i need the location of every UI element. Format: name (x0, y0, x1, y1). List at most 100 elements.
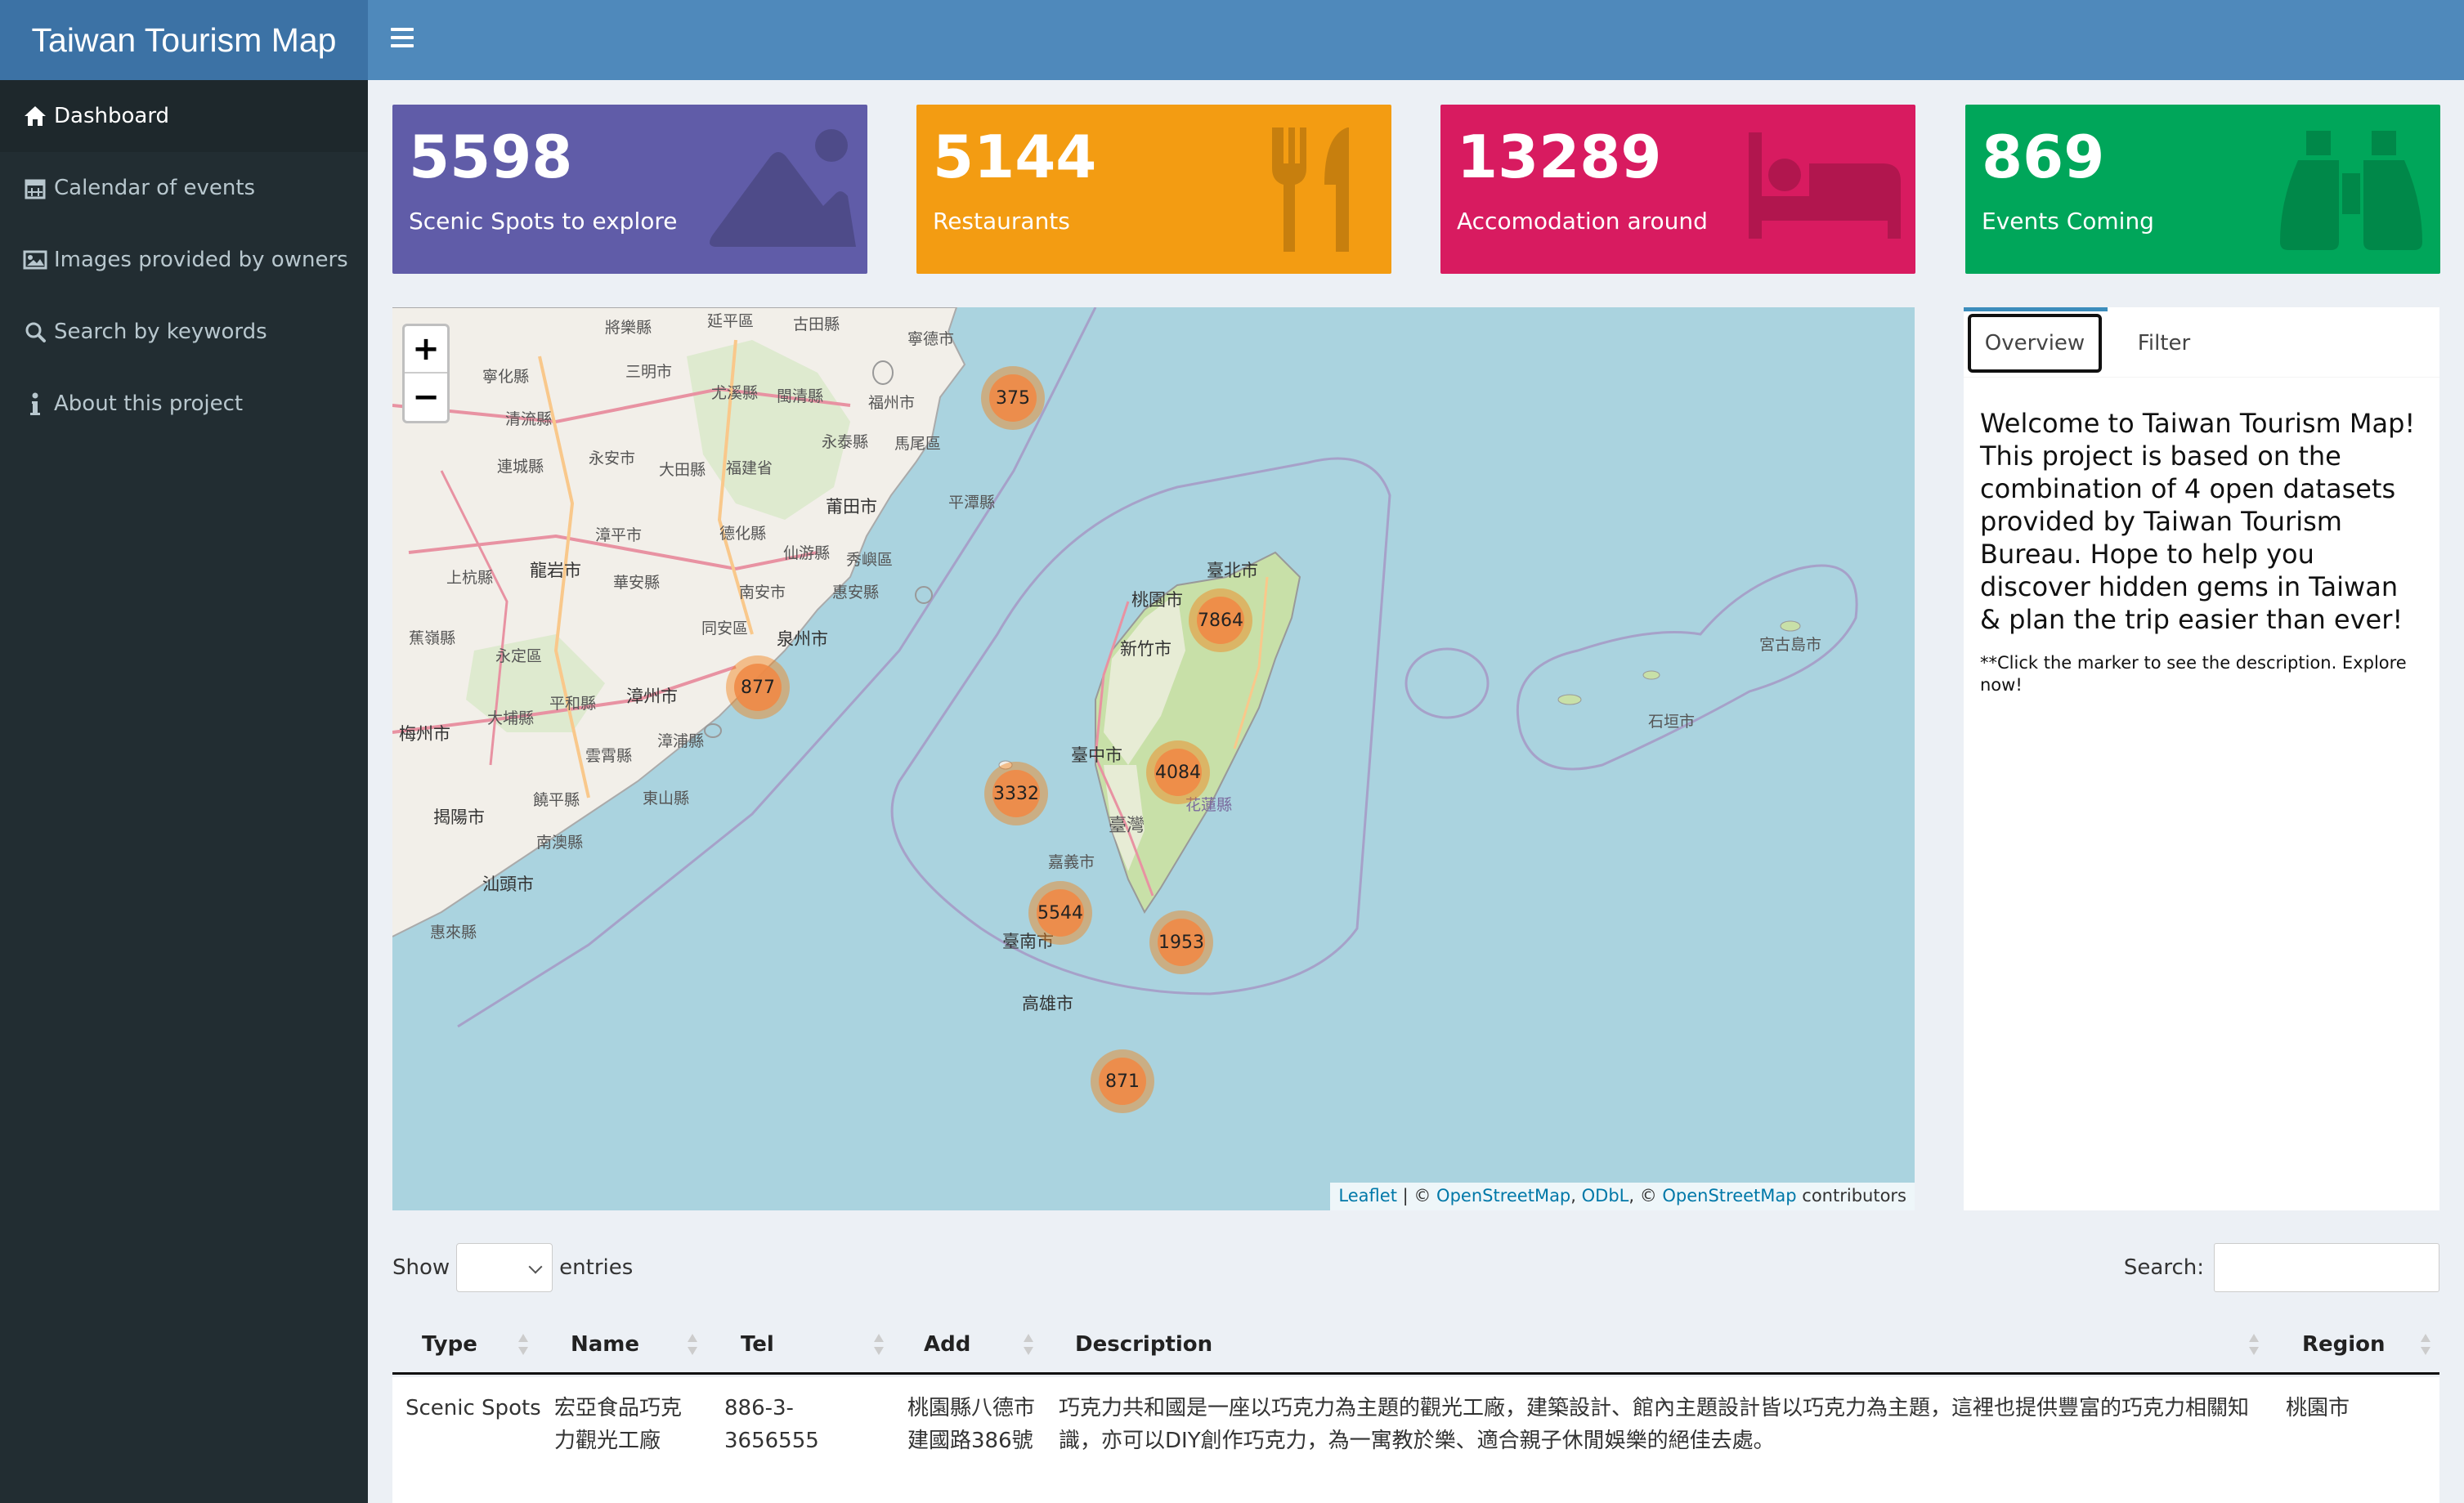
map-place-label: 華安縣 (613, 574, 661, 592)
marker-cluster[interactable]: 871 (1091, 1049, 1154, 1113)
map-place-label: 將樂縣 (605, 319, 652, 337)
instruction-note: **Click the marker to see the descriptio… (1980, 653, 2407, 695)
map-place-label: 平潭縣 (948, 494, 996, 512)
map-place-label: 連城縣 (497, 458, 544, 476)
column-header-description[interactable]: Description (1075, 1314, 1212, 1375)
zoom-out-button[interactable]: − (405, 374, 447, 421)
marker-cluster-count: 871 (1099, 1058, 1146, 1105)
map-place-label: 惠來縣 (430, 924, 477, 942)
value-box-label: Accomodation around (1457, 208, 1708, 235)
column-header-add[interactable]: Add (924, 1314, 970, 1375)
sidebar-item-search[interactable]: Search by keywords (0, 296, 368, 368)
map-place-label: 南澳縣 (536, 834, 584, 852)
map-place-label: 仙游縣 (783, 544, 831, 562)
column-header-region[interactable]: Region (2302, 1314, 2386, 1375)
entries-select[interactable] (456, 1243, 553, 1292)
attribution-separator: | © (1396, 1186, 1437, 1206)
marker-cluster[interactable]: 4084 (1146, 740, 1210, 804)
cell-type: Scenic Spots (405, 1396, 541, 1420)
sidebar-item-images[interactable]: Images provided by owners (0, 224, 368, 296)
marker-cluster-count: 1953 (1158, 919, 1205, 966)
map-place-label: 秀嶼區 (846, 551, 894, 569)
sort-icon[interactable] (687, 1334, 698, 1357)
sort-icon[interactable] (517, 1334, 529, 1357)
openstreetmap-link[interactable]: OpenStreetMap (1662, 1186, 1796, 1206)
map-place-label: 三明市 (625, 363, 673, 381)
info-panel: Overview Filter Welcome to Taiwan Touris… (1964, 307, 2439, 1210)
search-label: Search: (2123, 1255, 2204, 1280)
map-place-label: 大埔縣 (487, 709, 535, 727)
attribution-separator: , © (1628, 1186, 1663, 1206)
sidebar-item-label: Dashboard (54, 104, 170, 128)
map-place-label: 閩清縣 (777, 387, 824, 405)
map-place-label: 福州市 (868, 394, 916, 412)
column-header-name[interactable]: Name (571, 1314, 639, 1375)
show-entries-control: Show entries (392, 1243, 633, 1292)
map-place-label: 饒平縣 (533, 791, 580, 809)
map-place-label: 福建省 (726, 459, 773, 477)
marker-cluster[interactable]: 5544 (1028, 881, 1092, 945)
marker-cluster[interactable]: 7864 (1189, 588, 1252, 652)
map-place-label: 桃園市 (1131, 590, 1183, 610)
app-logo-title[interactable]: Taiwan Tourism Map (0, 0, 368, 80)
map-place-label: 惠安縣 (832, 584, 880, 602)
sidebar-item-dashboard[interactable]: Dashboard (0, 80, 368, 152)
map-place-label: 石垣市 (1648, 713, 1696, 731)
cell-description: 巧克力共和國是一座以巧克力為主題的觀光工廠，建築設計、館內主題設計皆以巧克力為主… (1059, 1396, 2250, 1453)
map-attribution: Leaflet | © OpenStreetMap, ODbL, © OpenS… (1330, 1183, 1915, 1210)
map-place-label: 漳浦縣 (657, 732, 705, 750)
map-place-label: 南安市 (739, 584, 786, 602)
cell-region: 桃園市 (2286, 1396, 2350, 1420)
top-navbar (368, 0, 2464, 80)
data-table: Type Name Tel Add Description Region Sce… (392, 1314, 2439, 1503)
map-place-label: 臺北市 (1207, 561, 1258, 580)
sidebar-item-calendar[interactable]: Calendar of events (0, 152, 368, 224)
column-header-type[interactable]: Type (422, 1314, 477, 1375)
sort-icon[interactable] (2248, 1334, 2260, 1357)
marker-cluster-count: 7864 (1197, 597, 1244, 644)
mountain-icon (710, 129, 856, 247)
image-icon (21, 246, 49, 274)
marker-cluster[interactable]: 1953 (1149, 910, 1213, 974)
tourism-map[interactable]: 將樂縣 延平區 古田縣 寧德市 寧化縣 三明市 尤溪縣 閩清縣 福州市 清流縣 … (392, 307, 1915, 1210)
value-box-number: 13289 (1457, 123, 1662, 191)
tab-filter[interactable]: Filter (2127, 314, 2201, 373)
info-icon (21, 390, 49, 418)
sidebar-item-label: About this project (54, 391, 244, 416)
openstreetmap-link[interactable]: OpenStreetMap (1436, 1186, 1570, 1206)
cutlery-icon (1272, 127, 1349, 252)
table-row[interactable]: Scenic Spots 宏亞食品巧克力觀光工廠 886-3-3656555 桃… (392, 1377, 2439, 1503)
zoom-in-button[interactable]: + (405, 326, 447, 374)
sidebar: Dashboard Calendar of events Images prov… (0, 80, 368, 1503)
marker-cluster[interactable]: 877 (726, 655, 790, 719)
hamburger-menu-icon[interactable] (391, 28, 414, 52)
calendar-icon (21, 174, 49, 202)
sidebar-item-label: Search by keywords (54, 320, 267, 344)
leaflet-link[interactable]: Leaflet (1338, 1186, 1397, 1206)
marker-cluster[interactable]: 375 (981, 366, 1045, 430)
map-place-label: 永定區 (495, 647, 543, 665)
value-box-number: 869 (1982, 123, 2105, 191)
value-box-number: 5144 (933, 123, 1097, 191)
attribution-text: contributors (1796, 1186, 1906, 1206)
map-place-label: 馬尾區 (894, 435, 942, 453)
marker-cluster-count: 3332 (992, 770, 1040, 817)
map-place-label: 清流縣 (505, 410, 553, 428)
marker-cluster-count: 4084 (1154, 749, 1202, 796)
sort-icon[interactable] (2420, 1334, 2431, 1357)
value-box-label: Scenic Spots to explore (409, 208, 678, 235)
map-place-label: 平和縣 (549, 695, 597, 713)
map-place-label: 泉州市 (777, 629, 828, 649)
marker-cluster[interactable]: 3332 (984, 762, 1048, 825)
sidebar-item-about[interactable]: About this project (0, 368, 368, 440)
marker-cluster-count: 877 (734, 664, 782, 711)
cell-tel: 886-3-3656555 (724, 1396, 819, 1453)
map-place-label: 上杭縣 (446, 569, 494, 587)
search-input[interactable] (2214, 1243, 2439, 1292)
sort-icon[interactable] (873, 1334, 885, 1357)
column-header-tel[interactable]: Tel (741, 1314, 774, 1375)
tab-overview[interactable]: Overview (1968, 314, 2102, 373)
value-box-label: Restaurants (933, 208, 1070, 235)
sort-icon[interactable] (1023, 1334, 1034, 1357)
odbl-link[interactable]: ODbL (1582, 1186, 1629, 1206)
